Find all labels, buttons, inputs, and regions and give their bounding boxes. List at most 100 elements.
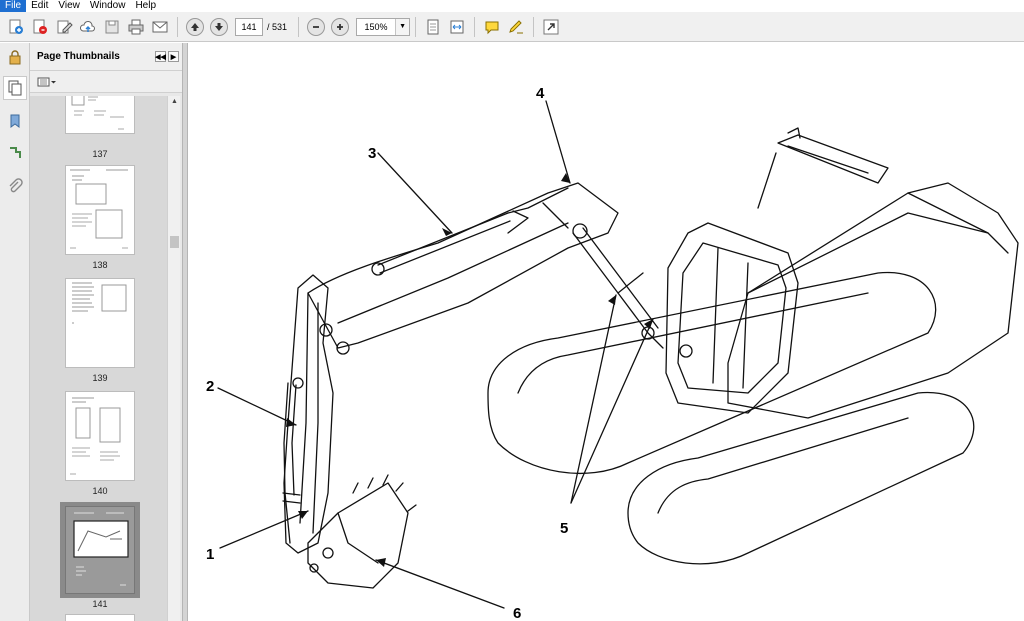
toolbar-separator [474, 16, 476, 37]
menu-view[interactable]: View [53, 0, 85, 12]
leader-line-6 [375, 559, 505, 609]
callout-6: 6 [513, 605, 521, 621]
callout-1: 1 [206, 546, 214, 563]
highlight-button[interactable] [505, 16, 527, 38]
cloud-button[interactable] [77, 16, 99, 38]
arrowhead [286, 418, 296, 427]
email-button[interactable] [149, 16, 171, 38]
page-total-label: / 531 [267, 21, 288, 32]
boom [307, 182, 619, 349]
previous-page-button[interactable] [184, 16, 206, 38]
zoom-in-icon [331, 17, 350, 36]
toolbar-separator [298, 16, 300, 37]
menu-help[interactable]: Help [130, 0, 161, 12]
print-icon [128, 19, 144, 34]
thumbnail-page[interactable] [65, 614, 135, 621]
thumbnail-page[interactable] [65, 165, 135, 255]
thumbnail-label: 138 [92, 260, 108, 270]
menu-bar: File Edit View Window Help [0, 0, 1024, 12]
thumbnail-label: 141 [92, 599, 108, 609]
expand-button[interactable] [540, 16, 562, 38]
scrollbar-thumb[interactable] [170, 236, 179, 248]
toolbar-separator [533, 16, 535, 37]
pages-icon[interactable] [3, 76, 27, 100]
upper-body [727, 182, 1019, 419]
options-icon [37, 77, 56, 86]
fit-page-icon [427, 19, 439, 34]
menu-file[interactable]: File [0, 0, 27, 12]
zoom-out-button[interactable] [305, 16, 327, 38]
previous-page-icon [186, 17, 204, 36]
lock-icon[interactable] [3, 45, 27, 69]
thumbnail-page[interactable] [65, 96, 135, 134]
chevron-down-icon[interactable]: ▼ [395, 18, 410, 35]
fit-page-button[interactable] [422, 16, 444, 38]
attachment-icon[interactable] [3, 174, 27, 198]
save-icon [105, 20, 119, 33]
collapse-panel-button[interactable]: ◀◀ [155, 51, 166, 62]
save-button[interactable] [101, 16, 123, 38]
callout-5: 5 [560, 520, 568, 537]
leader-line-4 [545, 100, 571, 184]
front-track [627, 391, 975, 565]
leader-line-5a [570, 294, 617, 504]
comment-button[interactable] [481, 16, 503, 38]
layers-icon[interactable] [3, 141, 27, 165]
zoom-in-button[interactable] [329, 16, 351, 38]
toolbar: 141 / 531 150% ▼ [0, 12, 1024, 42]
chevron-up-icon[interactable]: ▲ [168, 96, 181, 108]
toolbar-separator [415, 16, 417, 37]
callout-4: 4 [536, 85, 545, 102]
fit-width-icon [450, 20, 464, 33]
highlight-icon [509, 19, 524, 33]
callout-3: 3 [368, 145, 376, 162]
thumbnail-panel-header: Page Thumbnails ◀◀ ▶ [30, 43, 182, 71]
zoom-out-icon [307, 17, 326, 36]
rear-track [487, 271, 937, 474]
edit-button[interactable] [53, 16, 75, 38]
next-page-button[interactable] [208, 16, 230, 38]
panel-menu-button[interactable]: ▶ [168, 51, 179, 62]
create-pdf-icon [9, 19, 23, 34]
leader-line-2 [217, 387, 297, 426]
callout-2: 2 [206, 378, 214, 395]
leader-line-3 [377, 152, 453, 234]
thumbnail-panel: Page Thumbnails ◀◀ ▶ 137 138 139 140 141… [30, 43, 183, 621]
fit-width-button[interactable] [446, 16, 468, 38]
comment-icon [485, 21, 499, 34]
print-button[interactable] [125, 16, 147, 38]
navigation-rail [0, 43, 30, 621]
toolbar-separator [177, 16, 178, 37]
arrowhead [608, 295, 616, 305]
thumbnail-page[interactable] [65, 391, 135, 481]
thumbnail-label: 139 [92, 373, 108, 383]
thumbnail-options-button[interactable] [30, 71, 182, 93]
document-view: 1 2 3 4 5 6 [188, 43, 1024, 621]
boom-cylinder [572, 232, 664, 349]
thumbnail-page[interactable] [65, 278, 135, 368]
thumbnail-list: 137 138 139 140 141 [30, 96, 170, 621]
thumbnail-label: 140 [92, 486, 108, 496]
bucket [307, 482, 409, 589]
zoom-value: 150% [364, 21, 388, 32]
open-icon [33, 19, 47, 34]
arm-cylinder [377, 212, 509, 266]
cloud-icon [79, 20, 95, 32]
zoom-select[interactable]: 150% ▼ [356, 17, 411, 36]
thumbnail-scrollbar[interactable]: ▲ [167, 96, 180, 621]
bookmark-icon[interactable] [3, 109, 27, 133]
expand-icon [543, 19, 559, 34]
menu-edit[interactable]: Edit [26, 0, 53, 12]
next-page-icon [210, 17, 228, 36]
thumbnail-label: 137 [92, 149, 108, 159]
email-icon [152, 21, 168, 32]
thumbnail-panel-title: Page Thumbnails [37, 51, 120, 62]
edit-icon [57, 20, 73, 33]
open-button[interactable] [29, 16, 51, 38]
excavator-drawing: 1 2 3 4 5 6 [206, 85, 1019, 621]
leader-line-1 [219, 510, 309, 549]
menu-window[interactable]: Window [85, 0, 131, 12]
create-pdf-button[interactable] [5, 16, 27, 38]
page-number-input[interactable]: 141 [235, 17, 263, 36]
thumbnail-page-selected[interactable] [65, 506, 135, 594]
